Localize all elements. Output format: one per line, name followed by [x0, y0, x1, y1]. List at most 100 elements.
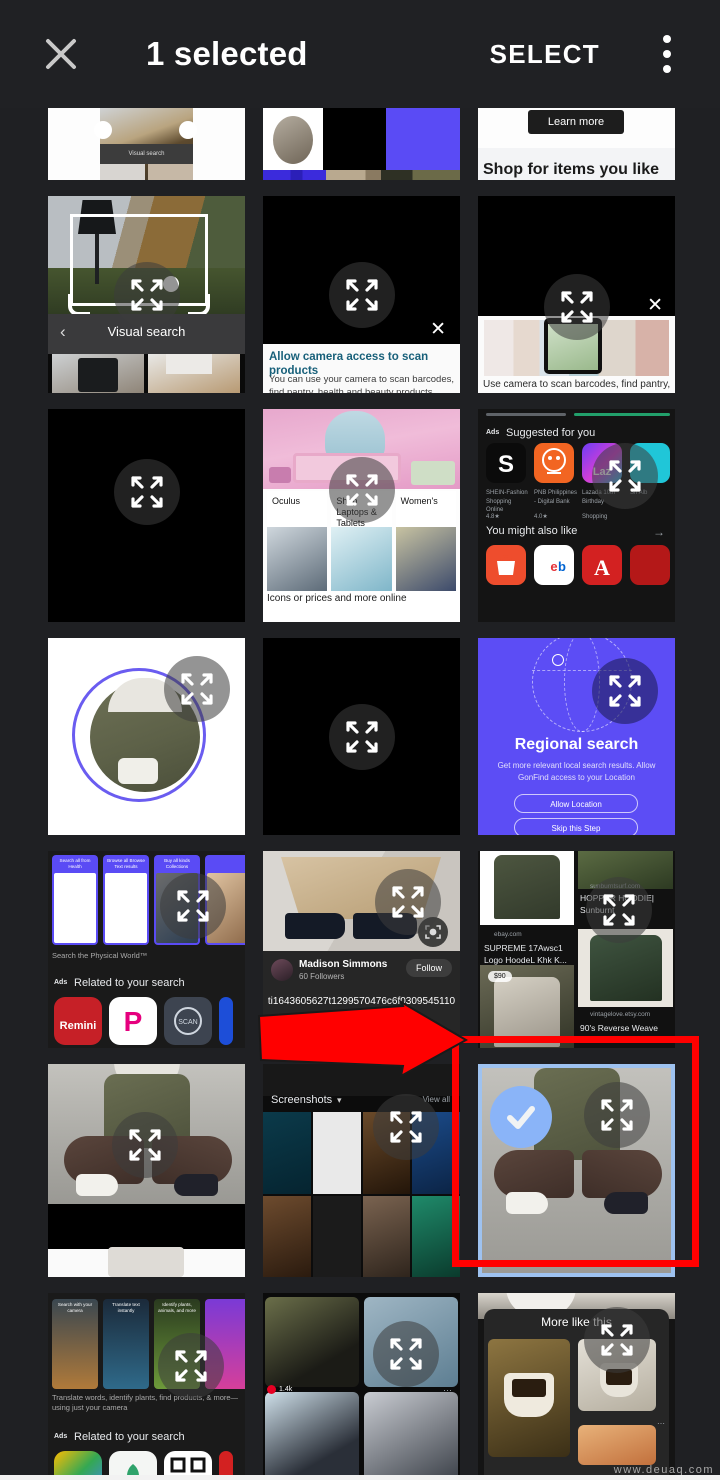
board-tile[interactable]	[265, 1392, 359, 1480]
expand-icon[interactable]	[375, 869, 441, 935]
learn-more-button[interactable]: Learn more	[528, 110, 624, 134]
thumb-regional-collage[interactable]	[263, 108, 460, 180]
arrow-right-icon[interactable]: →	[653, 525, 665, 539]
expand-icon[interactable]	[543, 274, 610, 340]
expand-icon[interactable]	[328, 457, 395, 523]
screenshot-tile[interactable]	[312, 1196, 361, 1277]
expand-icon[interactable]	[592, 443, 658, 509]
more-vert-icon[interactable]	[644, 23, 690, 85]
regional-search-heading: Regional search	[514, 736, 639, 753]
thumb-camera-access[interactable]: ✕ Allow camera access to scan products Y…	[263, 196, 460, 393]
expand-icon[interactable]	[112, 1112, 178, 1178]
app-icon-acrobat[interactable]: A	[582, 545, 622, 585]
expand-icon[interactable]	[160, 873, 226, 939]
app-icon-shein[interactable]: S	[486, 443, 526, 483]
related-heading: Related to your search	[74, 977, 185, 989]
ad-card-title: Translate text instantly	[112, 1302, 140, 1313]
collage-tile-label: Oculus	[272, 496, 301, 506]
app-icon-picsart[interactable]: P	[109, 997, 157, 1045]
more-horiz-icon[interactable]: ⋯	[443, 1385, 452, 1396]
shop-items-heading: Shop for items you like	[483, 161, 660, 178]
more-horiz-icon[interactable]: ⋯	[657, 1419, 665, 1428]
app-icon-ebay[interactable]: eb	[534, 545, 574, 585]
like-count-label: 1.4k	[279, 1386, 293, 1393]
ad-card[interactable]: Browse all Browse Text results	[103, 855, 149, 945]
thumb-scan-pantry[interactable]: ✕ Use camera to scan barcodes, find pant…	[478, 196, 675, 393]
expand-icon[interactable]	[584, 1082, 650, 1148]
ads-caption: Translate words, identify plants, find p…	[52, 1393, 239, 1413]
product-source: ebay.com	[494, 931, 522, 938]
bottom-bar	[0, 1475, 720, 1480]
ads-badge: Ads	[54, 1433, 68, 1440]
expand-icon[interactable]	[373, 1321, 439, 1387]
expand-icon[interactable]	[164, 656, 230, 722]
expand-icon[interactable]	[586, 877, 652, 943]
app-icon-remini[interactable]: Remini	[54, 997, 102, 1045]
svg-text:e: e	[550, 559, 557, 574]
expand-icon[interactable]	[328, 261, 395, 328]
collage-tile-label: Women's	[400, 496, 438, 506]
product-title: 90's Reverse Weave Hoodie - Medium - ...	[580, 1023, 660, 1045]
thumb-boards[interactable]: 1.4k ⋯	[263, 1293, 460, 1480]
screenshot-tile[interactable]	[263, 1196, 311, 1277]
allow-location-button[interactable]: Allow Location	[514, 794, 638, 813]
thumb-screenshots-album[interactable]: Screenshots ▾ View all	[263, 1064, 460, 1277]
skip-step-button[interactable]: Skip this Step	[514, 818, 638, 835]
expand-icon[interactable]	[113, 459, 180, 525]
board-tile[interactable]	[364, 1392, 458, 1480]
screenshot-tile[interactable]	[312, 1112, 361, 1194]
thumb-regional-search[interactable]: Regional search Get more relevant local …	[478, 638, 675, 835]
expand-icon[interactable]	[113, 261, 180, 328]
expand-icon[interactable]	[373, 1094, 439, 1160]
ad-card-title: Search all from Health	[59, 858, 91, 869]
chevron-down-icon[interactable]: ▾	[337, 1095, 342, 1106]
app-icon-scan[interactable]: SCAN	[164, 997, 212, 1045]
check-icon[interactable]	[490, 1086, 552, 1148]
thumb-suggested-apps[interactable]: Ads Suggested for you S Laz SHEIN-Fashio…	[478, 409, 675, 622]
close-icon[interactable]	[30, 23, 92, 85]
thumb-lens-result[interactable]: Visual search	[48, 108, 245, 180]
product-title: SUPREME 17Awsc1 Logo HoodeL Khk K...	[484, 943, 567, 965]
ad-card[interactable]: Translate text instantly	[103, 1299, 149, 1389]
expand-icon[interactable]	[158, 1333, 224, 1399]
app-title: SHEIN-Fashion Shopping Online	[486, 490, 528, 514]
price-tag: $90	[488, 971, 512, 982]
collage-tile[interactable]: Oculus	[267, 491, 328, 591]
screenshot-tile[interactable]	[263, 1112, 311, 1194]
thumb-black-blank[interactable]	[48, 409, 245, 622]
thumb-ads-related-1[interactable]: Search all from Health Browse all Browse…	[48, 851, 245, 1048]
expand-icon[interactable]	[592, 658, 658, 724]
app-icon-other-2[interactable]	[630, 545, 670, 585]
collage-tile[interactable]: Women's	[395, 491, 456, 591]
app-icon-row-2: eb A	[486, 545, 670, 585]
ad-card[interactable]: Search with your camera	[52, 1299, 98, 1389]
thumb-visual-search[interactable]: ‹ Visual search	[48, 196, 245, 393]
thumb-shop-items[interactable]: Learn more Shop for items you like	[478, 108, 675, 180]
ad-card-title: Search with your camera	[57, 1302, 93, 1313]
board-tile[interactable]	[265, 1297, 359, 1387]
app-icon-shopee[interactable]	[486, 545, 526, 585]
thumb-shopping-collage[interactable]: Oculus Shop Laptops & Tablets Women's Ic…	[263, 409, 460, 622]
screenshot-tile[interactable]	[362, 1196, 411, 1277]
expand-icon[interactable]	[328, 703, 395, 770]
select-button[interactable]: SELECT	[490, 39, 600, 70]
ad-card[interactable]: Search all from Health	[52, 855, 98, 945]
app-icon-pnb[interactable]	[534, 443, 574, 483]
follow-button[interactable]: Follow	[405, 959, 452, 977]
thumb-sitting-person[interactable]	[48, 1064, 245, 1277]
close-icon[interactable]: ✕	[647, 296, 663, 315]
thumb-black-blank-2[interactable]	[263, 638, 460, 835]
thumb-more-like-this[interactable]: More like this ⋯	[478, 1293, 675, 1480]
thumb-hoodie-circle[interactable]	[48, 638, 245, 835]
related-heading: Related to your search	[74, 1431, 185, 1443]
screenshot-tile[interactable]	[412, 1196, 460, 1277]
thumb-selected-photo[interactable]	[478, 1064, 675, 1277]
close-icon[interactable]: ✕	[430, 320, 446, 339]
like-count: 1.4k	[267, 1385, 292, 1394]
app-icon-more[interactable]	[219, 997, 233, 1045]
thumb-ads-related-2[interactable]: Search with your camera Translate text i…	[48, 1293, 245, 1480]
thumb-product-results[interactable]: ebay.com SUPREME 17Awsc1 Logo HoodeL Khk…	[478, 851, 675, 1048]
album-label: Screenshots	[271, 1094, 333, 1106]
expand-icon[interactable]	[584, 1307, 650, 1373]
red-arrow-annotation	[257, 1000, 469, 1078]
